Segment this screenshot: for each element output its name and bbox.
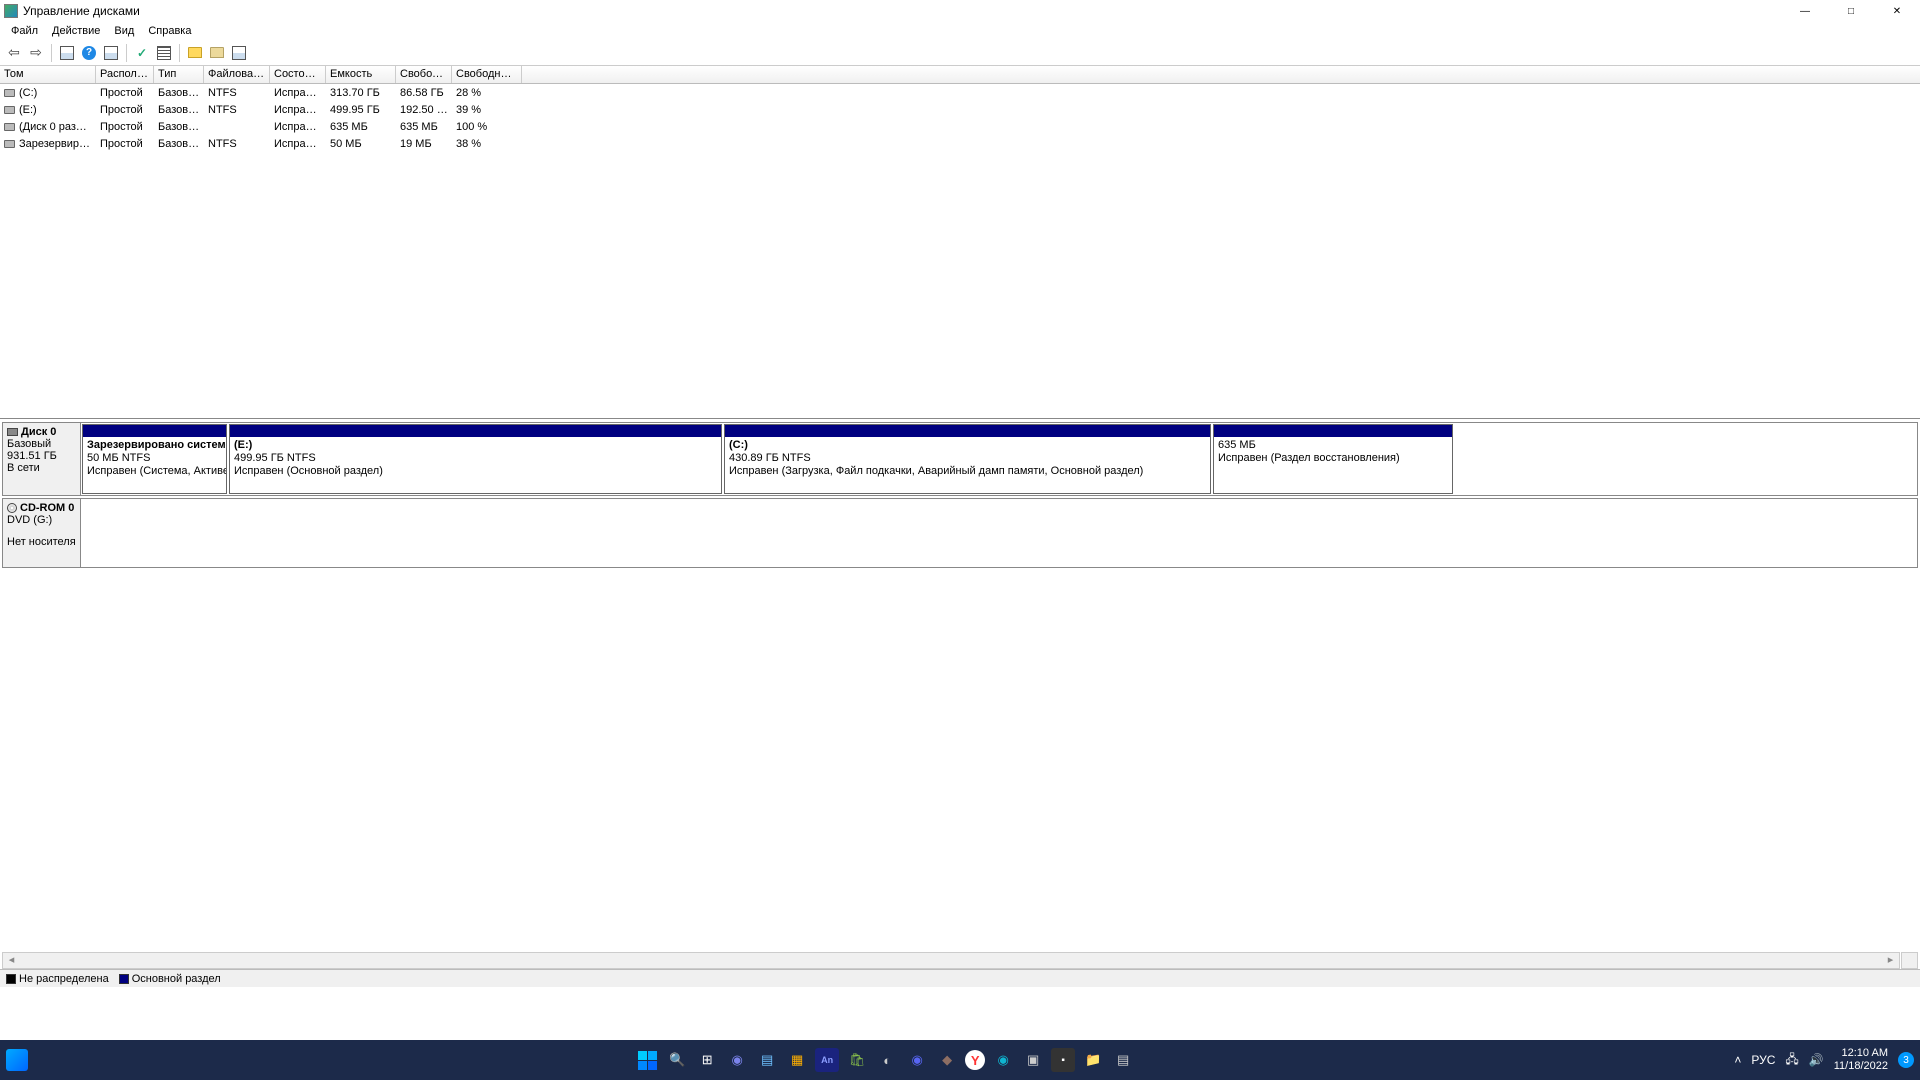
drive-icon [4,123,15,131]
cdrom-icon [7,503,17,513]
hdd-icon [7,428,18,436]
disk-info: Диск 0Базовый931.51 ГБВ сети [3,423,81,495]
taskbar-app-notepad[interactable]: ▤ [755,1048,779,1072]
menu-view[interactable]: Вид [108,24,140,38]
col-layout[interactable]: Располо... [96,66,154,83]
taskbar-app-teams[interactable]: ◉ [725,1048,749,1072]
legend-unallocated: Не распределена [6,973,109,985]
rescan-button[interactable] [155,44,173,62]
toolbar: ? [0,40,1920,66]
taskbar-center: 🔍 ⊞ ◉ ▤ ▦ An 🛍 ◐ ◉ ◆ Y ◉ ▣ ▪ 📁 ▤ [635,1048,1135,1072]
partition-block[interactable]: Зарезервировано системой50 МБ NTFSИсправ… [82,424,227,494]
refresh-button[interactable] [133,44,151,62]
drive-icon [4,89,15,97]
taskbar-app-discord[interactable]: ◉ [905,1048,929,1072]
detach-vhd-button[interactable] [208,44,226,62]
drive-icon [4,140,15,148]
scroll-corner [1901,952,1918,969]
volume-row[interactable]: (Диск 0 раздел 4)ПростойБазовыйИсправен.… [0,118,1920,135]
search-button[interactable]: 🔍 [665,1048,689,1072]
partition-block[interactable]: (E:)499.95 ГБ NTFSИсправен (Основной раз… [229,424,722,494]
partition-strip: Зарезервировано системой50 МБ NTFSИсправ… [81,423,1917,495]
taskbar-app-paint[interactable]: ▦ [785,1048,809,1072]
volume-row[interactable]: Зарезервировано...ПростойБазовыйNTFSИспр… [0,135,1920,152]
maximize-button[interactable]: □ [1828,0,1874,22]
disk-graphic-view: Диск 0Базовый931.51 ГБВ сетиЗарезервиров… [0,420,1920,952]
col-volume[interactable]: Том [0,66,96,83]
network-icon[interactable]: 🖧 [1785,1050,1798,1071]
show-console-button[interactable] [58,44,76,62]
legend-bar: Не распределена Основной раздел [0,969,1920,987]
partition-color-bar [230,425,721,437]
partition-strip [81,499,1917,567]
toolbar-separator [179,44,180,62]
app-icon [4,4,18,18]
toolbar-separator [51,44,52,62]
col-spacer [522,66,1920,83]
minimize-button[interactable]: — [1782,0,1828,22]
forward-button[interactable] [27,44,45,62]
disk-row[interactable]: Диск 0Базовый931.51 ГБВ сетиЗарезервиров… [2,422,1918,496]
col-capacity[interactable]: Емкость [326,66,396,83]
system-tray: ˄ РУС 🖧 🔊 12:10 AM 11/18/2022 3 [1734,1047,1914,1073]
volume-list-header: Том Располо... Тип Файловая с... Состоян… [0,66,1920,84]
menu-file[interactable]: Файл [5,24,44,38]
taskbar-clock[interactable]: 12:10 AM 11/18/2022 [1834,1047,1888,1073]
taskbar-app-terminal[interactable]: ▪ [1051,1048,1075,1072]
col-status[interactable]: Состояние [270,66,326,83]
menu-bar: Файл Действие Вид Справка [0,22,1920,40]
taskbar-app-animate[interactable]: An [815,1048,839,1072]
partition-color-bar [1214,425,1452,437]
legend-primary: Основной раздел [119,973,221,985]
taskbar-app-yandex[interactable]: Y [965,1050,985,1070]
language-indicator[interactable]: РУС [1751,1053,1775,1067]
col-filesystem[interactable]: Файловая с... [204,66,270,83]
volume-icon[interactable]: 🔊 [1809,1053,1824,1067]
taskbar: 🔍 ⊞ ◉ ▤ ▦ An 🛍 ◐ ◉ ◆ Y ◉ ▣ ▪ 📁 ▤ ˄ РУС 🖧… [0,1040,1920,1080]
clock-date: 11/18/2022 [1834,1060,1888,1073]
taskbar-app-edge[interactable]: ◉ [991,1048,1015,1072]
help-button[interactable]: ? [80,44,98,62]
volume-list: Том Располо... Тип Файловая с... Состоян… [0,66,1920,419]
col-type[interactable]: Тип [154,66,204,83]
drive-icon [4,106,15,114]
settings-button[interactable] [230,44,248,62]
notification-badge[interactable]: 3 [1898,1052,1914,1068]
partition-color-bar [83,425,226,437]
horizontal-scrollbar[interactable] [2,952,1900,969]
window-controls: — □ ✕ [1782,0,1920,22]
partition-color-bar [725,425,1210,437]
disk-row[interactable]: CD-ROM 0DVD (G:)Нет носителя [2,498,1918,568]
widgets-button[interactable] [6,1049,28,1071]
toolbar-separator [126,44,127,62]
taskbar-app-anydesk[interactable]: ▣ [1021,1048,1045,1072]
menu-help[interactable]: Справка [142,24,197,38]
col-free-percent[interactable]: Свободно % [452,66,522,83]
attach-vhd-button[interactable] [186,44,204,62]
disk-info: CD-ROM 0DVD (G:)Нет носителя [3,499,81,567]
taskbar-app-explorer[interactable]: 📁 [1081,1048,1105,1072]
taskbar-app-steam[interactable]: ◐ [875,1048,899,1072]
back-button[interactable] [5,44,23,62]
volume-row[interactable]: (C:)ПростойБазовыйNTFSИсправен...313.70 … [0,84,1920,101]
properties-button[interactable] [102,44,120,62]
title-bar: Управление дисками — □ ✕ [0,0,1920,22]
task-view-button[interactable]: ⊞ [695,1048,719,1072]
partition-block[interactable]: (C:)430.89 ГБ NTFSИсправен (Загрузка, Фа… [724,424,1211,494]
menu-action[interactable]: Действие [46,24,106,38]
taskbar-app-diskmgmt[interactable]: ▤ [1111,1048,1135,1072]
clock-time: 12:10 AM [1834,1047,1888,1060]
close-button[interactable]: ✕ [1874,0,1920,22]
window-title: Управление дисками [23,4,140,18]
start-button[interactable] [635,1048,659,1072]
tray-overflow-icon[interactable]: ˄ [1734,1053,1741,1067]
taskbar-app-minecraft[interactable]: ◆ [935,1048,959,1072]
taskbar-app-store[interactable]: 🛍 [845,1048,869,1072]
partition-block[interactable]: 635 МБИсправен (Раздел восстановления) [1213,424,1453,494]
col-free[interactable]: Свобод... [396,66,452,83]
volume-row[interactable]: (E:)ПростойБазовыйNTFSИсправен...499.95 … [0,101,1920,118]
